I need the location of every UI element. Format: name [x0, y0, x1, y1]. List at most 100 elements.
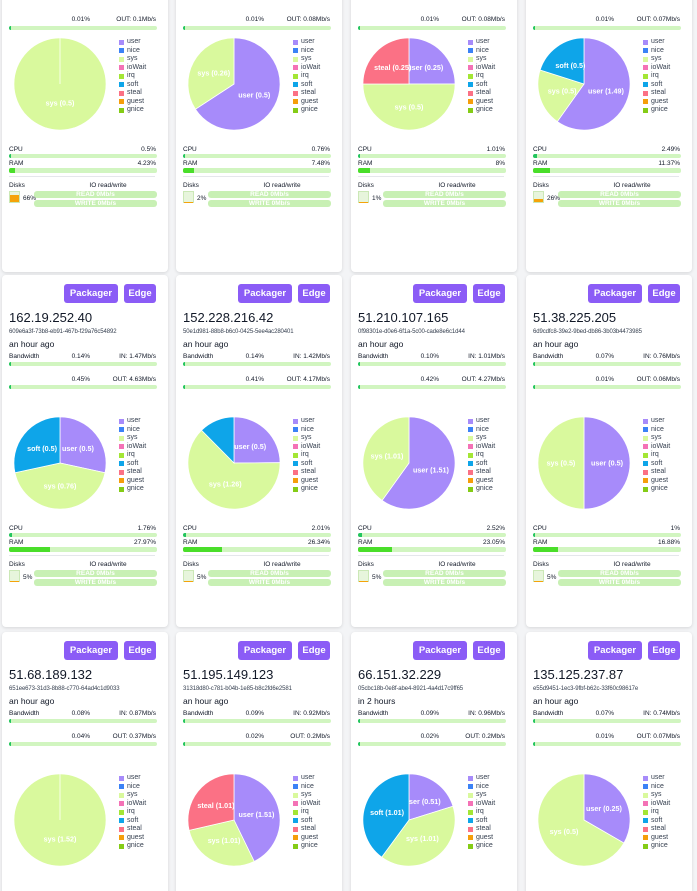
- legend-swatch: [643, 775, 648, 781]
- legend-swatch: [293, 775, 298, 781]
- packager-button[interactable]: Packager: [413, 284, 467, 303]
- legend-label: soft: [476, 816, 488, 824]
- edge-button[interactable]: Edge: [473, 284, 505, 303]
- legend-label: nice: [651, 782, 664, 790]
- cpu-pie-chart: user (1.51) sys (1.01) steal (1.01): [187, 773, 281, 867]
- legend-item-soft: soft: [119, 81, 146, 90]
- packager-button[interactable]: Packager: [64, 284, 118, 303]
- legend-label: guest: [127, 97, 145, 105]
- edge-button[interactable]: Edge: [648, 284, 680, 303]
- legend-swatch: [643, 65, 648, 71]
- legend-swatch: [643, 843, 648, 849]
- disk-usage-fill: [534, 580, 543, 581]
- legend-label: ioWait: [651, 799, 671, 807]
- legend-swatch: [468, 801, 473, 807]
- legend-item-gnice: gnice: [119, 485, 146, 494]
- bandwidth-out-bar: [183, 26, 331, 30]
- legend-item-soft: soft: [293, 460, 320, 469]
- packager-button[interactable]: Packager: [238, 284, 292, 303]
- legend-item-sys: sys: [468, 791, 495, 800]
- divider: [533, 176, 679, 177]
- server-uuid: 31318d80-c781-b04b-1e85-b8c2fd6e2581: [183, 686, 292, 692]
- bandwidth-in-bar: [358, 362, 506, 366]
- legend-swatch: [643, 82, 648, 88]
- cpu-legend: user nice sys ioWait irq soft steal guest gnice: [643, 774, 670, 851]
- bandwidth-out-bar-fill: [358, 385, 361, 389]
- cpu-value: 2.01%: [311, 525, 330, 532]
- packager-button[interactable]: Packager: [588, 641, 642, 660]
- legend-swatch: [468, 48, 473, 54]
- legend-item-guest: guest: [119, 477, 146, 486]
- bandwidth-in-bar: [533, 719, 681, 723]
- server-uuid: 651ee673-31d3-8b88-c770-64ad4c1d9033: [9, 686, 120, 692]
- bandwidth-out-bar-fill: [9, 385, 12, 389]
- ram-bar-fill: [9, 168, 16, 173]
- legend-swatch: [293, 435, 298, 441]
- legend-label: user: [651, 417, 665, 424]
- last-seen: an hour ago: [183, 696, 229, 706]
- bandwidth-out-bar-fill: [358, 742, 361, 746]
- pie-label-user: user (0.5): [62, 444, 95, 453]
- ram-value: 26.34%: [307, 539, 330, 546]
- bandwidth-label: Bandwidth: [9, 353, 40, 360]
- ram-bar-fill: [183, 168, 195, 173]
- legend-swatch: [468, 444, 473, 450]
- legend-swatch: [643, 39, 648, 45]
- bandwidth-out-pct: 0.42%: [420, 376, 439, 383]
- legend-label: irq: [651, 72, 659, 79]
- legend-swatch: [293, 48, 298, 54]
- legend-label: user: [651, 774, 665, 781]
- disk-pct: 5%: [547, 574, 557, 581]
- bandwidth-out-bar: [533, 385, 681, 389]
- legend-swatch: [643, 90, 648, 96]
- legend-label: soft: [127, 80, 139, 88]
- pie-slice-user: [408, 37, 456, 85]
- edge-button[interactable]: Edge: [124, 641, 156, 660]
- legend-item-user: user: [119, 417, 146, 426]
- legend-item-guest: guest: [643, 834, 670, 843]
- legend-label: sys: [651, 791, 662, 798]
- legend-label: guest: [651, 476, 669, 484]
- cpu-pie-chart: user (0.25) sys (0.5) steal (0.25): [362, 37, 456, 131]
- pie-label-user: user (0.5): [591, 458, 624, 467]
- legend-label: nice: [476, 782, 489, 790]
- packager-button[interactable]: Packager: [588, 284, 642, 303]
- packager-button[interactable]: Packager: [64, 641, 118, 660]
- bandwidth-in-bar-fill: [358, 362, 361, 366]
- legend-label: sys: [301, 434, 312, 441]
- legend-swatch: [643, 801, 648, 807]
- ram-bar: [183, 168, 331, 173]
- legend-label: soft: [301, 80, 313, 88]
- legend-item-guest: guest: [468, 98, 495, 107]
- bandwidth-out: OUT: 0.08Mb/s: [461, 16, 505, 23]
- pie-label-sys: sys (1.52): [44, 835, 77, 844]
- packager-button[interactable]: Packager: [413, 641, 467, 660]
- legend-swatch: [119, 73, 124, 79]
- ram-value: 16.88%: [657, 539, 680, 546]
- disk-usage-fill: [10, 580, 19, 581]
- legend-item-steal: steal: [643, 468, 670, 477]
- legend-item-ioWait: ioWait: [643, 64, 670, 73]
- legend-label: nice: [127, 46, 140, 54]
- cpu-bar-fill: [9, 533, 12, 537]
- cpu-label: CPU: [358, 525, 372, 532]
- edge-button[interactable]: Edge: [298, 284, 330, 303]
- bandwidth-label: Bandwidth: [533, 353, 564, 360]
- pie-slice-steal: [362, 37, 410, 85]
- cpu-pie-chart: user (0.5) sys (0.76) soft (0.5): [13, 416, 107, 510]
- server-ip: 162.19.252.40: [9, 310, 93, 325]
- packager-button[interactable]: Packager: [238, 641, 292, 660]
- legend-label: irq: [476, 451, 484, 458]
- legend-label: irq: [127, 451, 135, 458]
- legend-label: gnice: [127, 485, 144, 492]
- edge-button[interactable]: Edge: [473, 641, 505, 660]
- legend-swatch: [119, 99, 124, 105]
- legend-label: sys: [301, 791, 312, 798]
- edge-button[interactable]: Edge: [124, 284, 156, 303]
- edge-button[interactable]: Edge: [298, 641, 330, 660]
- edge-button[interactable]: Edge: [648, 641, 680, 660]
- legend-item-sys: sys: [643, 434, 670, 443]
- legend-label: gnice: [301, 842, 318, 849]
- cpu-pie-chart: sys (0.5): [13, 37, 107, 131]
- pie-label-user: user (1.51): [238, 810, 275, 819]
